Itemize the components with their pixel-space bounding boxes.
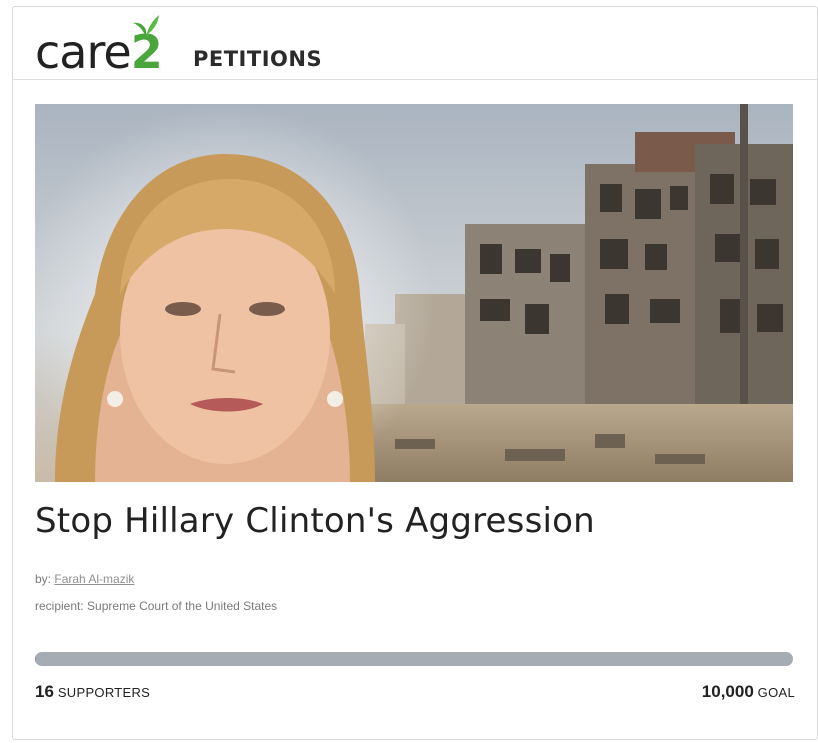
leaf-icon bbox=[133, 15, 159, 38]
petition-recipient-line: recipient: Supreme Court of the United S… bbox=[35, 599, 277, 613]
petition-hero-image[interactable] bbox=[35, 104, 793, 482]
recipient-prefix: recipient: bbox=[35, 599, 84, 613]
logo-word: care bbox=[35, 25, 132, 79]
recipient-name: Supreme Court of the United States bbox=[87, 599, 278, 613]
supporters-label: SUPPORTERS bbox=[57, 685, 151, 700]
signature-progress-bar bbox=[35, 652, 793, 666]
author-link[interactable]: Farah Al-mazik bbox=[54, 572, 134, 586]
petition-author-line: by: Farah Al-mazik bbox=[35, 572, 134, 586]
supporters-number: 16 bbox=[35, 682, 54, 701]
card-header: care2 PETITIONS bbox=[13, 7, 817, 80]
petition-card[interactable]: care2 PETITIONS Stop Hillary Clinton's A… bbox=[12, 6, 818, 740]
goal-label: GOAL bbox=[757, 685, 795, 700]
supporters-count: 16 SUPPORTERS bbox=[35, 682, 150, 702]
petition-title[interactable]: Stop Hillary Clinton's Aggression bbox=[35, 501, 595, 541]
progress-fill bbox=[35, 652, 37, 666]
goal-count: 10,000 GOAL bbox=[702, 682, 795, 702]
author-prefix: by: bbox=[35, 572, 52, 586]
section-label: PETITIONS bbox=[193, 47, 323, 71]
goal-number: 10,000 bbox=[701, 682, 754, 701]
hero-illustration bbox=[35, 104, 793, 482]
